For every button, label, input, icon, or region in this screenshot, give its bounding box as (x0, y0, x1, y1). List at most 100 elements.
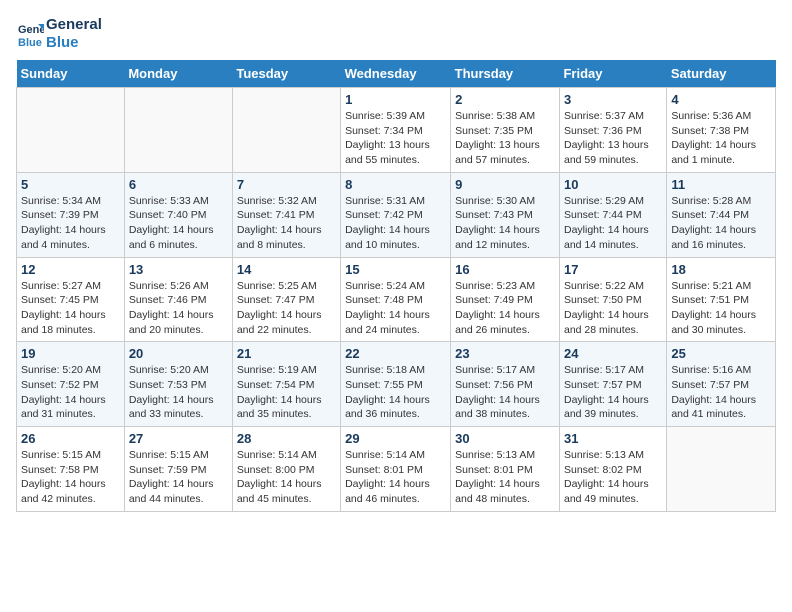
calendar-cell: 28 Sunrise: 5:14 AM Sunset: 8:00 PM Dayli… (232, 427, 340, 512)
day-number: 30 (455, 431, 555, 446)
calendar-cell: 19 Sunrise: 5:20 AM Sunset: 7:52 PM Dayli… (17, 342, 125, 427)
day-info: Sunrise: 5:24 AM Sunset: 7:48 PM Dayligh… (345, 279, 446, 338)
day-info: Sunrise: 5:18 AM Sunset: 7:55 PM Dayligh… (345, 363, 446, 422)
calendar-cell: 13 Sunrise: 5:26 AM Sunset: 7:46 PM Dayli… (124, 257, 232, 342)
calendar-cell: 27 Sunrise: 5:15 AM Sunset: 7:59 PM Dayli… (124, 427, 232, 512)
week-row-1: 1 Sunrise: 5:39 AM Sunset: 7:34 PM Daylig… (17, 88, 776, 173)
day-number: 3 (564, 92, 662, 107)
logo-icon: General Blue (16, 20, 44, 48)
calendar-cell: 4 Sunrise: 5:36 AM Sunset: 7:38 PM Daylig… (667, 88, 776, 173)
day-info: Sunrise: 5:28 AM Sunset: 7:44 PM Dayligh… (671, 194, 771, 253)
col-header-tuesday: Tuesday (232, 60, 340, 88)
logo: General Blue General Blue (16, 16, 102, 52)
day-number: 28 (237, 431, 336, 446)
day-number: 24 (564, 346, 662, 361)
col-header-wednesday: Wednesday (341, 60, 451, 88)
calendar-cell (232, 88, 340, 173)
day-info: Sunrise: 5:26 AM Sunset: 7:46 PM Dayligh… (129, 279, 228, 338)
day-info: Sunrise: 5:27 AM Sunset: 7:45 PM Dayligh… (21, 279, 120, 338)
day-info: Sunrise: 5:14 AM Sunset: 8:00 PM Dayligh… (237, 448, 336, 507)
calendar-cell: 31 Sunrise: 5:13 AM Sunset: 8:02 PM Dayli… (559, 427, 666, 512)
day-number: 27 (129, 431, 228, 446)
header-row: SundayMondayTuesdayWednesdayThursdayFrid… (17, 60, 776, 88)
day-number: 5 (21, 177, 120, 192)
day-info: Sunrise: 5:13 AM Sunset: 8:02 PM Dayligh… (564, 448, 662, 507)
day-info: Sunrise: 5:32 AM Sunset: 7:41 PM Dayligh… (237, 194, 336, 253)
day-info: Sunrise: 5:31 AM Sunset: 7:42 PM Dayligh… (345, 194, 446, 253)
calendar-cell (667, 427, 776, 512)
day-number: 21 (237, 346, 336, 361)
day-number: 17 (564, 262, 662, 277)
col-header-monday: Monday (124, 60, 232, 88)
day-info: Sunrise: 5:25 AM Sunset: 7:47 PM Dayligh… (237, 279, 336, 338)
day-number: 19 (21, 346, 120, 361)
day-number: 25 (671, 346, 771, 361)
day-info: Sunrise: 5:13 AM Sunset: 8:01 PM Dayligh… (455, 448, 555, 507)
day-info: Sunrise: 5:16 AM Sunset: 7:57 PM Dayligh… (671, 363, 771, 422)
day-number: 7 (237, 177, 336, 192)
day-number: 10 (564, 177, 662, 192)
calendar-cell: 6 Sunrise: 5:33 AM Sunset: 7:40 PM Daylig… (124, 172, 232, 257)
calendar-cell: 26 Sunrise: 5:15 AM Sunset: 7:58 PM Dayli… (17, 427, 125, 512)
calendar-table: SundayMondayTuesdayWednesdayThursdayFrid… (16, 60, 776, 512)
logo-text-general: General (46, 16, 102, 34)
day-info: Sunrise: 5:19 AM Sunset: 7:54 PM Dayligh… (237, 363, 336, 422)
svg-text:Blue: Blue (18, 37, 42, 48)
day-info: Sunrise: 5:15 AM Sunset: 7:59 PM Dayligh… (129, 448, 228, 507)
col-header-sunday: Sunday (17, 60, 125, 88)
week-row-3: 12 Sunrise: 5:27 AM Sunset: 7:45 PM Dayli… (17, 257, 776, 342)
day-info: Sunrise: 5:15 AM Sunset: 7:58 PM Dayligh… (21, 448, 120, 507)
day-info: Sunrise: 5:21 AM Sunset: 7:51 PM Dayligh… (671, 279, 771, 338)
day-number: 9 (455, 177, 555, 192)
calendar-cell: 29 Sunrise: 5:14 AM Sunset: 8:01 PM Dayli… (341, 427, 451, 512)
calendar-cell: 23Sunrise: 5:17 AM Sunset: 7:56 PM Dayli… (451, 342, 560, 427)
calendar-cell: 11Sunrise: 5:28 AM Sunset: 7:44 PM Dayli… (667, 172, 776, 257)
calendar-cell: 7 Sunrise: 5:32 AM Sunset: 7:41 PM Daylig… (232, 172, 340, 257)
calendar-cell: 8Sunrise: 5:31 AM Sunset: 7:42 PM Daylig… (341, 172, 451, 257)
calendar-cell: 14Sunrise: 5:25 AM Sunset: 7:47 PM Dayli… (232, 257, 340, 342)
day-number: 20 (129, 346, 228, 361)
day-info: Sunrise: 5:36 AM Sunset: 7:38 PM Dayligh… (671, 109, 771, 168)
calendar-cell: 12 Sunrise: 5:27 AM Sunset: 7:45 PM Dayli… (17, 257, 125, 342)
day-info: Sunrise: 5:22 AM Sunset: 7:50 PM Dayligh… (564, 279, 662, 338)
day-info: Sunrise: 5:39 AM Sunset: 7:34 PM Dayligh… (345, 109, 446, 168)
col-header-saturday: Saturday (667, 60, 776, 88)
calendar-cell: 25 Sunrise: 5:16 AM Sunset: 7:57 PM Dayli… (667, 342, 776, 427)
calendar-cell: 10 Sunrise: 5:29 AM Sunset: 7:44 PM Dayli… (559, 172, 666, 257)
day-info: Sunrise: 5:29 AM Sunset: 7:44 PM Dayligh… (564, 194, 662, 253)
day-number: 6 (129, 177, 228, 192)
day-info: Sunrise: 5:17 AM Sunset: 7:57 PM Dayligh… (564, 363, 662, 422)
day-number: 22 (345, 346, 446, 361)
day-number: 16 (455, 262, 555, 277)
day-number: 1 (345, 92, 446, 107)
day-info: Sunrise: 5:33 AM Sunset: 7:40 PM Dayligh… (129, 194, 228, 253)
day-info: Sunrise: 5:23 AM Sunset: 7:49 PM Dayligh… (455, 279, 555, 338)
day-number: 15 (345, 262, 446, 277)
day-number: 31 (564, 431, 662, 446)
calendar-cell: 22 Sunrise: 5:18 AM Sunset: 7:55 PM Dayli… (341, 342, 451, 427)
day-info: Sunrise: 5:20 AM Sunset: 7:53 PM Dayligh… (129, 363, 228, 422)
col-header-thursday: Thursday (451, 60, 560, 88)
week-row-2: 5Sunrise: 5:34 AM Sunset: 7:39 PM Daylig… (17, 172, 776, 257)
day-info: Sunrise: 5:14 AM Sunset: 8:01 PM Dayligh… (345, 448, 446, 507)
calendar-cell: 20 Sunrise: 5:20 AM Sunset: 7:53 PM Dayli… (124, 342, 232, 427)
day-number: 26 (21, 431, 120, 446)
calendar-cell: 9 Sunrise: 5:30 AM Sunset: 7:43 PM Daylig… (451, 172, 560, 257)
calendar-cell: 15 Sunrise: 5:24 AM Sunset: 7:48 PM Dayli… (341, 257, 451, 342)
day-number: 4 (671, 92, 771, 107)
page-header: General Blue General Blue (16, 16, 776, 52)
day-number: 29 (345, 431, 446, 446)
col-header-friday: Friday (559, 60, 666, 88)
calendar-cell: 17 Sunrise: 5:22 AM Sunset: 7:50 PM Dayli… (559, 257, 666, 342)
day-info: Sunrise: 5:37 AM Sunset: 7:36 PM Dayligh… (564, 109, 662, 168)
day-info: Sunrise: 5:30 AM Sunset: 7:43 PM Dayligh… (455, 194, 555, 253)
calendar-cell: 2Sunrise: 5:38 AM Sunset: 7:35 PM Daylig… (451, 88, 560, 173)
calendar-cell: 1 Sunrise: 5:39 AM Sunset: 7:34 PM Daylig… (341, 88, 451, 173)
logo-text-blue: Blue (46, 34, 102, 52)
day-number: 12 (21, 262, 120, 277)
day-info: Sunrise: 5:38 AM Sunset: 7:35 PM Dayligh… (455, 109, 555, 168)
day-info: Sunrise: 5:20 AM Sunset: 7:52 PM Dayligh… (21, 363, 120, 422)
calendar-cell: 30 Sunrise: 5:13 AM Sunset: 8:01 PM Dayli… (451, 427, 560, 512)
day-number: 18 (671, 262, 771, 277)
day-number: 13 (129, 262, 228, 277)
